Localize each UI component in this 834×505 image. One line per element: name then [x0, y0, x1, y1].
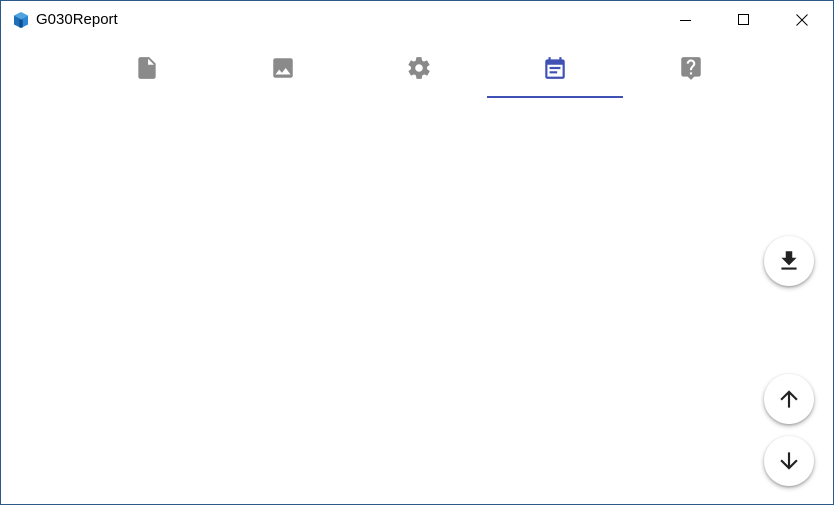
help-icon: [681, 57, 701, 80]
app-cube-icon: [14, 12, 28, 28]
tab-calendar[interactable]: [487, 39, 623, 99]
window-title: G030Report: [36, 11, 118, 28]
tab-file[interactable]: [79, 39, 215, 99]
close-icon: [796, 14, 808, 26]
scroll-down-button[interactable]: [764, 436, 814, 486]
arrow-down-icon: [780, 452, 798, 470]
tab-image[interactable]: [215, 39, 351, 99]
minimize-icon: [680, 20, 691, 21]
file-icon: [138, 57, 156, 79]
maximize-icon: [738, 14, 749, 25]
maximize-button[interactable]: [715, 1, 773, 39]
active-tab-indicator: [487, 96, 623, 98]
image-icon: [273, 58, 293, 78]
arrow-up-icon: [780, 390, 798, 408]
tab-bar: [79, 39, 759, 99]
scroll-up-button[interactable]: [764, 374, 814, 424]
title-bar[interactable]: G030Report: [1, 1, 833, 39]
close-button[interactable]: [773, 1, 831, 39]
settings-gear-icon: [408, 57, 430, 79]
download-button[interactable]: [764, 236, 814, 286]
app-window: G030Report: [0, 0, 834, 505]
download-icon: [781, 251, 797, 270]
tab-settings[interactable]: [351, 39, 487, 99]
minimize-button[interactable]: [657, 1, 715, 39]
tab-help[interactable]: [623, 39, 759, 99]
calendar-icon: [545, 57, 565, 79]
